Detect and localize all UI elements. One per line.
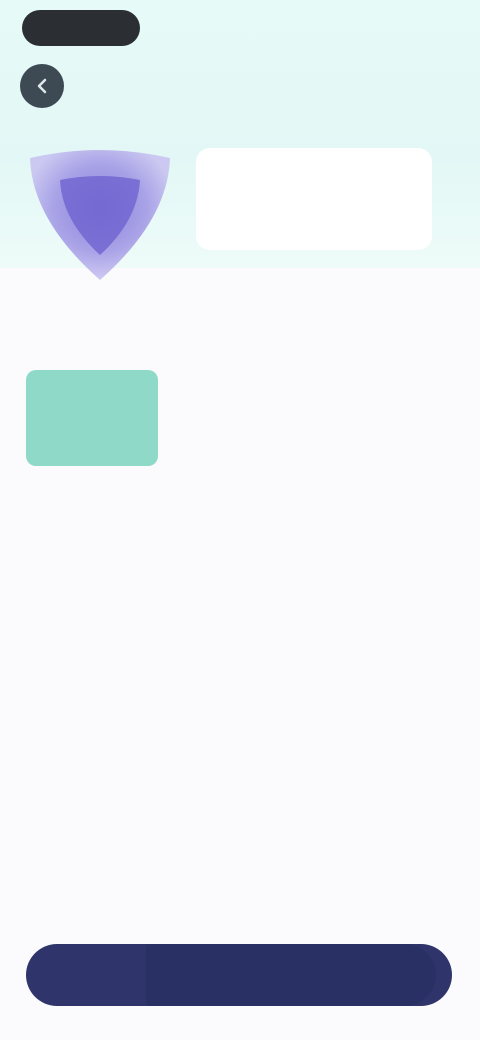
nav-action-link[interactable] (404, 74, 464, 98)
option-tile-2-2[interactable] (174, 540, 306, 636)
back-button[interactable] (20, 64, 64, 108)
option-tile-3-1[interactable] (26, 716, 158, 820)
option-tile-1-1[interactable] (26, 370, 158, 466)
primary-action-button[interactable] (26, 944, 452, 1006)
status-pill (22, 10, 140, 46)
button-accent (146, 944, 436, 1006)
hero-info-card (196, 148, 432, 250)
option-tile-3-2[interactable] (174, 716, 306, 820)
page-title (150, 74, 330, 98)
shield-illustration (20, 140, 180, 290)
option-tile-2-3[interactable] (320, 540, 452, 636)
option-tile-2-1[interactable] (26, 540, 158, 636)
option-tile-1-2[interactable] (174, 370, 306, 466)
back-arrow-icon (37, 78, 47, 94)
option-tile-1-3[interactable] (320, 370, 452, 466)
option-tile-3-3[interactable] (320, 716, 452, 820)
